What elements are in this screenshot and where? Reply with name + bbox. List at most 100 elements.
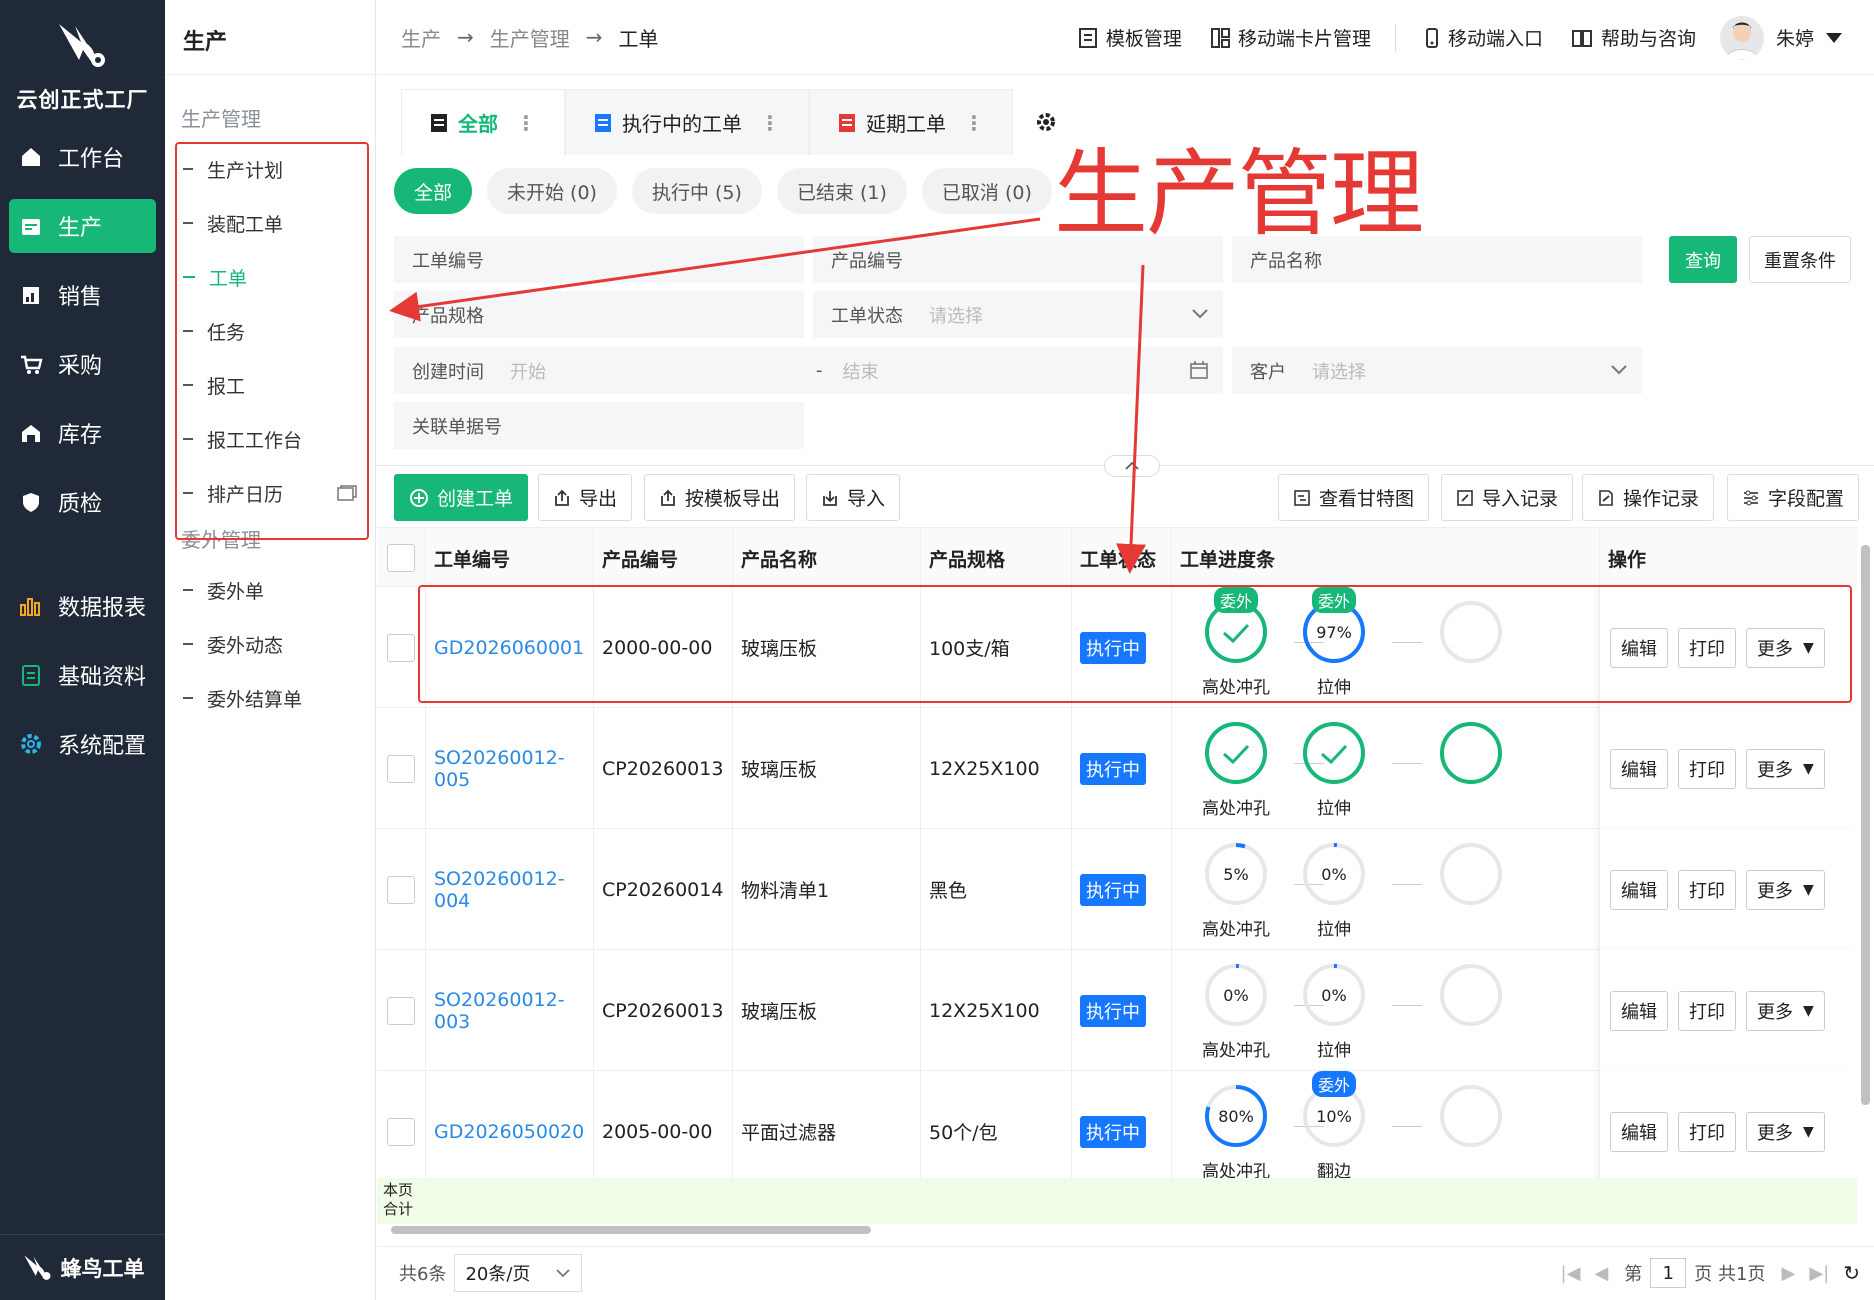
edit-button[interactable]: 编辑 bbox=[1610, 627, 1668, 668]
status-select[interactable]: 工单状态 请选择 bbox=[813, 291, 1223, 338]
refresh-icon[interactable]: ↻ bbox=[1843, 1261, 1860, 1285]
created-end-field[interactable]: - 结束 bbox=[804, 347, 1223, 394]
crumb-1[interactable]: 生产 bbox=[401, 23, 441, 52]
more-button[interactable]: 更多 ▼ bbox=[1746, 869, 1825, 910]
print-button[interactable]: 打印 bbox=[1678, 748, 1736, 789]
row-checkbox[interactable] bbox=[377, 708, 425, 829]
sidebar-item-0[interactable]: 工作台 bbox=[9, 130, 156, 184]
process-step[interactable]: 0% 高处冲孔 bbox=[1186, 962, 1286, 1061]
edit-button[interactable]: 编辑 bbox=[1610, 1111, 1668, 1152]
sidebar-item-2[interactable]: 销售 bbox=[9, 268, 156, 322]
order-no-link[interactable]: GD2026050020 bbox=[425, 1071, 593, 1192]
mobile-entry-link[interactable]: 移动端入口 bbox=[1424, 24, 1543, 51]
sub-item-sub1-6[interactable]: 排产日历 bbox=[165, 466, 375, 520]
horizontal-scrollbar[interactable] bbox=[391, 1226, 1851, 1234]
process-step[interactable]: 5% 高处冲孔 bbox=[1186, 841, 1286, 940]
order-no-link[interactable]: SO20260012-004 bbox=[425, 829, 593, 950]
sidebar-item-6[interactable]: 数据报表 bbox=[9, 579, 156, 633]
template-management-link[interactable]: 模板管理 bbox=[1078, 24, 1182, 51]
mobile-card-management-link[interactable]: 移动端卡片管理 bbox=[1210, 24, 1371, 51]
col-status[interactable]: 工单状态 bbox=[1071, 528, 1171, 588]
create-order-button[interactable]: 创建工单 bbox=[394, 474, 529, 521]
process-step[interactable]: 10% 委外 翻边 bbox=[1284, 1071, 1384, 1182]
process-step-partial[interactable] bbox=[1382, 841, 1502, 907]
export-template-button[interactable]: 按模板导出 bbox=[644, 474, 796, 521]
sub-item-sub2-1[interactable]: 委外动态 bbox=[165, 617, 375, 671]
help-link[interactable]: 帮助与咨询 bbox=[1571, 24, 1696, 51]
more-button[interactable]: 更多 ▼ bbox=[1746, 627, 1825, 668]
order-no-link[interactable]: SO20260012-005 bbox=[425, 708, 593, 829]
order-no-field[interactable]: 工单编号 bbox=[394, 236, 804, 283]
next-page-icon[interactable]: ▶ bbox=[1781, 1263, 1795, 1284]
sub-item-sub1-1[interactable]: 装配工单 bbox=[165, 196, 375, 250]
import-log-button[interactable]: 导入记录 bbox=[1441, 474, 1574, 521]
operation-log-button[interactable]: 操作记录 bbox=[1582, 474, 1715, 521]
sub-item-sub1-5[interactable]: 报工工作台 bbox=[165, 412, 375, 466]
tab-delayed[interactable]: 延期工单 ⋮ bbox=[809, 89, 1013, 155]
sidebar-item-1[interactable]: 生产 bbox=[9, 199, 156, 253]
reset-button[interactable]: 重置条件 bbox=[1749, 236, 1851, 283]
edit-button[interactable]: 编辑 bbox=[1610, 990, 1668, 1031]
more-button[interactable]: 更多 ▼ bbox=[1746, 748, 1825, 789]
sub-item-sub1-3[interactable]: 任务 bbox=[165, 304, 375, 358]
select-all-checkbox[interactable] bbox=[377, 528, 425, 588]
sub-item-sub1-2[interactable]: 工单 bbox=[165, 250, 375, 304]
open-window-icon[interactable] bbox=[337, 484, 357, 506]
import-button[interactable]: 导入 bbox=[806, 474, 901, 521]
spec-field[interactable]: 产品规格 bbox=[394, 291, 804, 338]
edit-button[interactable]: 编辑 bbox=[1610, 869, 1668, 910]
related-doc-field[interactable]: 关联单据号 bbox=[394, 402, 804, 449]
row-checkbox[interactable] bbox=[377, 587, 425, 708]
status-pill-2[interactable]: 执行中 (5) bbox=[631, 168, 762, 214]
calendar-icon[interactable] bbox=[1189, 360, 1209, 380]
tab-all[interactable]: 全部 ⋮ bbox=[401, 89, 565, 155]
more-vertical-icon[interactable]: ⋮ bbox=[964, 111, 984, 135]
query-button[interactable]: 查询 bbox=[1669, 236, 1737, 283]
row-checkbox[interactable] bbox=[377, 829, 425, 950]
print-button[interactable]: 打印 bbox=[1678, 869, 1736, 910]
process-step-partial[interactable] bbox=[1382, 720, 1502, 786]
order-no-link[interactable]: GD2026060001 bbox=[425, 587, 593, 708]
first-page-icon[interactable]: |◀ bbox=[1561, 1263, 1581, 1284]
process-step-partial[interactable] bbox=[1382, 962, 1502, 1028]
created-start-field[interactable]: 创建时间 开始 bbox=[394, 347, 804, 394]
more-vertical-icon[interactable]: ⋮ bbox=[516, 111, 536, 135]
sidebar-item-3[interactable]: 采购 bbox=[9, 337, 156, 391]
process-step-partial[interactable] bbox=[1382, 599, 1502, 665]
status-pill-0[interactable]: 全部 bbox=[394, 168, 473, 214]
customer-select[interactable]: 客户 请选择 bbox=[1232, 347, 1642, 394]
status-pill-3[interactable]: 已结束 (1) bbox=[776, 168, 907, 214]
process-step[interactable]: 高处冲孔 bbox=[1186, 720, 1286, 819]
user-menu[interactable]: 朱婷 bbox=[1719, 15, 1850, 60]
print-button[interactable]: 打印 bbox=[1678, 1111, 1736, 1152]
status-pill-1[interactable]: 未开始 (0) bbox=[487, 168, 617, 214]
sidebar-item-8[interactable]: 系统配置 bbox=[9, 717, 156, 771]
sub-item-sub1-0[interactable]: 生产计划 bbox=[165, 142, 375, 196]
prev-page-icon[interactable]: ◀ bbox=[1594, 1263, 1608, 1284]
sub-item-sub2-0[interactable]: 委外单 bbox=[165, 563, 375, 617]
status-pill-4[interactable]: 已取消 (0) bbox=[921, 168, 1052, 214]
crumb-2[interactable]: 生产管理 bbox=[490, 23, 570, 52]
sidebar-item-7[interactable]: 基础资料 bbox=[9, 648, 156, 702]
sidebar-item-4[interactable]: 库存 bbox=[9, 406, 156, 460]
sidebar-item-5[interactable]: 质检 bbox=[9, 475, 156, 529]
print-button[interactable]: 打印 bbox=[1678, 990, 1736, 1031]
row-checkbox[interactable] bbox=[377, 950, 425, 1071]
process-step[interactable]: 拉伸 bbox=[1284, 720, 1384, 819]
process-step-partial[interactable] bbox=[1382, 1083, 1502, 1149]
tab-executing[interactable]: 执行中的工单 ⋮ bbox=[565, 89, 809, 155]
more-button[interactable]: 更多 ▼ bbox=[1746, 1111, 1825, 1152]
row-checkbox[interactable] bbox=[377, 1071, 425, 1192]
process-step[interactable]: 0% 拉伸 bbox=[1284, 962, 1384, 1061]
col-order-no[interactable]: 工单编号 bbox=[425, 528, 593, 588]
collapse-filters-handle[interactable] bbox=[1104, 455, 1160, 477]
edit-button[interactable]: 编辑 bbox=[1610, 748, 1668, 789]
col-progress[interactable]: 工单进度条 bbox=[1171, 528, 1599, 588]
process-step[interactable]: 委外 高处冲孔 bbox=[1186, 587, 1286, 698]
last-page-icon[interactable]: ▶| bbox=[1809, 1263, 1829, 1284]
page-size-select[interactable]: 20条/页 bbox=[454, 1253, 583, 1292]
sub-item-sub2-2[interactable]: 委外结算单 bbox=[165, 671, 375, 725]
process-step[interactable]: 80% 高处冲孔 bbox=[1186, 1083, 1286, 1182]
export-button[interactable]: 导出 bbox=[538, 474, 633, 521]
sub-item-sub1-4[interactable]: 报工 bbox=[165, 358, 375, 412]
